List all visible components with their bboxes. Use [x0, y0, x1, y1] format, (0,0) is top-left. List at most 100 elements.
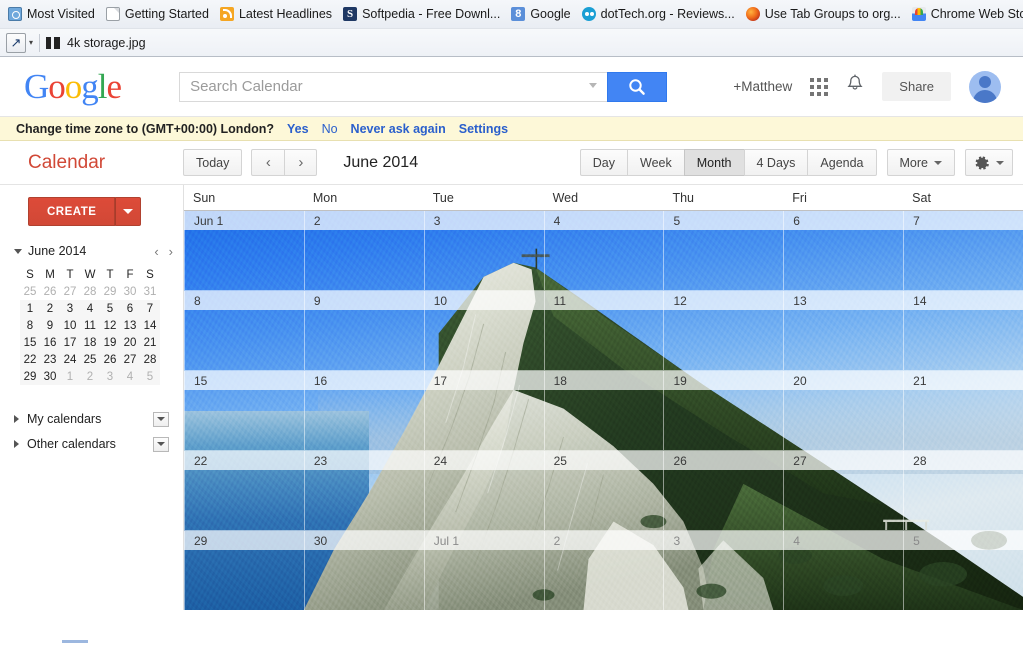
- mini-day[interactable]: 12: [100, 317, 120, 334]
- day-cell[interactable]: Jun 1: [184, 211, 304, 290]
- mini-day[interactable]: 30: [40, 368, 60, 385]
- notice-settings-link[interactable]: Settings: [459, 122, 508, 136]
- mini-day[interactable]: 8: [20, 317, 40, 334]
- bookmark-tab-groups[interactable]: Use Tab Groups to org...: [742, 5, 908, 23]
- chevron-right-icon[interactable]: ›: [284, 149, 318, 176]
- user-avatar[interactable]: [969, 70, 1001, 103]
- day-cell[interactable]: 15: [184, 371, 304, 450]
- day-cell[interactable]: 2: [543, 531, 664, 610]
- day-cell[interactable]: 3: [423, 211, 544, 290]
- mini-day[interactable]: 27: [60, 283, 80, 300]
- mini-day[interactable]: 15: [20, 334, 40, 351]
- mini-day[interactable]: 4: [120, 368, 140, 385]
- tab-agenda[interactable]: Agenda: [807, 149, 877, 176]
- search-input[interactable]: [179, 71, 608, 102]
- back-arrow-icon[interactable]: ↗: [6, 32, 26, 53]
- mini-day[interactable]: 21: [140, 334, 160, 351]
- user-profile-link[interactable]: +Matthew: [733, 79, 792, 94]
- triangle-right-icon[interactable]: [14, 440, 19, 448]
- bookmark-dottech[interactable]: dotTech.org - Reviews...: [578, 5, 742, 23]
- day-cell[interactable]: 5: [903, 531, 1023, 610]
- tab-4-days[interactable]: 4 Days: [743, 149, 808, 176]
- mini-day[interactable]: 7: [140, 300, 160, 317]
- mini-day[interactable]: 24: [60, 351, 80, 368]
- today-button[interactable]: Today: [183, 149, 243, 176]
- day-cell[interactable]: 4: [543, 211, 664, 290]
- day-cell[interactable]: 22: [184, 451, 304, 530]
- mini-calendar-collapse-icon[interactable]: [14, 248, 22, 254]
- notifications-bell-icon[interactable]: [846, 74, 864, 99]
- search-button[interactable]: [607, 71, 668, 102]
- tab-month[interactable]: Month: [683, 149, 744, 176]
- mini-day[interactable]: 18: [80, 334, 100, 351]
- mini-day[interactable]: 16: [40, 334, 60, 351]
- day-cell[interactable]: 2: [303, 211, 424, 290]
- mini-day[interactable]: 29: [20, 368, 40, 385]
- day-cell[interactable]: 26: [663, 451, 783, 530]
- create-button[interactable]: CREATE: [28, 197, 116, 226]
- mini-day[interactable]: 25: [80, 351, 100, 368]
- day-cell[interactable]: 10: [423, 291, 544, 370]
- day-cell[interactable]: 17: [423, 371, 544, 450]
- mini-day[interactable]: 6: [120, 300, 140, 317]
- notice-yes-link[interactable]: Yes: [287, 122, 309, 136]
- day-cell[interactable]: 25: [543, 451, 664, 530]
- mini-day[interactable]: 26: [100, 351, 120, 368]
- mini-day[interactable]: 22: [20, 351, 40, 368]
- mini-day[interactable]: 5: [100, 300, 120, 317]
- mini-day[interactable]: 23: [40, 351, 60, 368]
- mini-day[interactable]: 3: [100, 368, 120, 385]
- bookmark-google[interactable]: 8 Google: [507, 5, 577, 23]
- day-cell[interactable]: 24: [423, 451, 544, 530]
- day-cell[interactable]: 21: [903, 371, 1023, 450]
- mini-day[interactable]: 28: [140, 351, 160, 368]
- bookmark-most-visited[interactable]: Most Visited: [4, 5, 102, 23]
- day-cell[interactable]: 19: [663, 371, 783, 450]
- notice-never-ask-again-link[interactable]: Never ask again: [351, 122, 446, 136]
- notice-no-link[interactable]: No: [322, 122, 338, 136]
- mini-day[interactable]: 2: [40, 300, 60, 317]
- chevron-left-icon[interactable]: ‹: [251, 149, 285, 176]
- mini-day[interactable]: 29: [100, 283, 120, 300]
- mini-next-month-button[interactable]: ›: [169, 244, 173, 259]
- mini-day[interactable]: 26: [40, 283, 60, 300]
- day-cell[interactable]: 11: [543, 291, 664, 370]
- mini-day[interactable]: 1: [60, 368, 80, 385]
- my-calendars-menu-button[interactable]: [153, 411, 169, 427]
- day-cell[interactable]: 4: [783, 531, 903, 610]
- mini-day[interactable]: 4: [80, 300, 100, 317]
- mini-day[interactable]: 17: [60, 334, 80, 351]
- mini-day[interactable]: 20: [120, 334, 140, 351]
- mini-day[interactable]: 9: [40, 317, 60, 334]
- mini-day[interactable]: 1: [20, 300, 40, 317]
- bookmark-softpedia[interactable]: S Softpedia - Free Downl...: [339, 5, 507, 23]
- create-dropdown-button[interactable]: [115, 197, 142, 226]
- mini-day[interactable]: 5: [140, 368, 160, 385]
- bookmark-chrome-web-store[interactable]: Chrome Web Store - P...: [908, 5, 1023, 23]
- mini-day[interactable]: 14: [140, 317, 160, 334]
- mini-day[interactable]: 31: [140, 283, 160, 300]
- tab-week[interactable]: Week: [627, 149, 684, 176]
- day-cell[interactable]: 3: [663, 531, 783, 610]
- day-cell[interactable]: 30: [303, 531, 424, 610]
- calendar-brand-label[interactable]: Calendar: [0, 152, 183, 174]
- mini-day[interactable]: 13: [120, 317, 140, 334]
- day-cell[interactable]: 13: [783, 291, 903, 370]
- triangle-right-icon[interactable]: [14, 415, 19, 423]
- day-cell[interactable]: 27: [783, 451, 903, 530]
- mini-prev-month-button[interactable]: ‹: [154, 244, 158, 259]
- day-cell[interactable]: 9: [303, 291, 424, 370]
- settings-gear-button[interactable]: [965, 149, 1013, 176]
- day-cell[interactable]: 12: [663, 291, 783, 370]
- tab-day[interactable]: Day: [579, 149, 628, 176]
- day-cell[interactable]: Jul 1: [423, 531, 544, 610]
- mini-day[interactable]: 30: [120, 283, 140, 300]
- mini-day[interactable]: 25: [20, 283, 40, 300]
- apps-grid-icon[interactable]: [810, 77, 829, 96]
- day-cell[interactable]: 5: [663, 211, 783, 290]
- share-button[interactable]: Share: [882, 72, 951, 101]
- mini-day[interactable]: 19: [100, 334, 120, 351]
- mini-day[interactable]: 3: [60, 300, 80, 317]
- day-cell[interactable]: 14: [903, 291, 1023, 370]
- mini-day[interactable]: 10: [60, 317, 80, 334]
